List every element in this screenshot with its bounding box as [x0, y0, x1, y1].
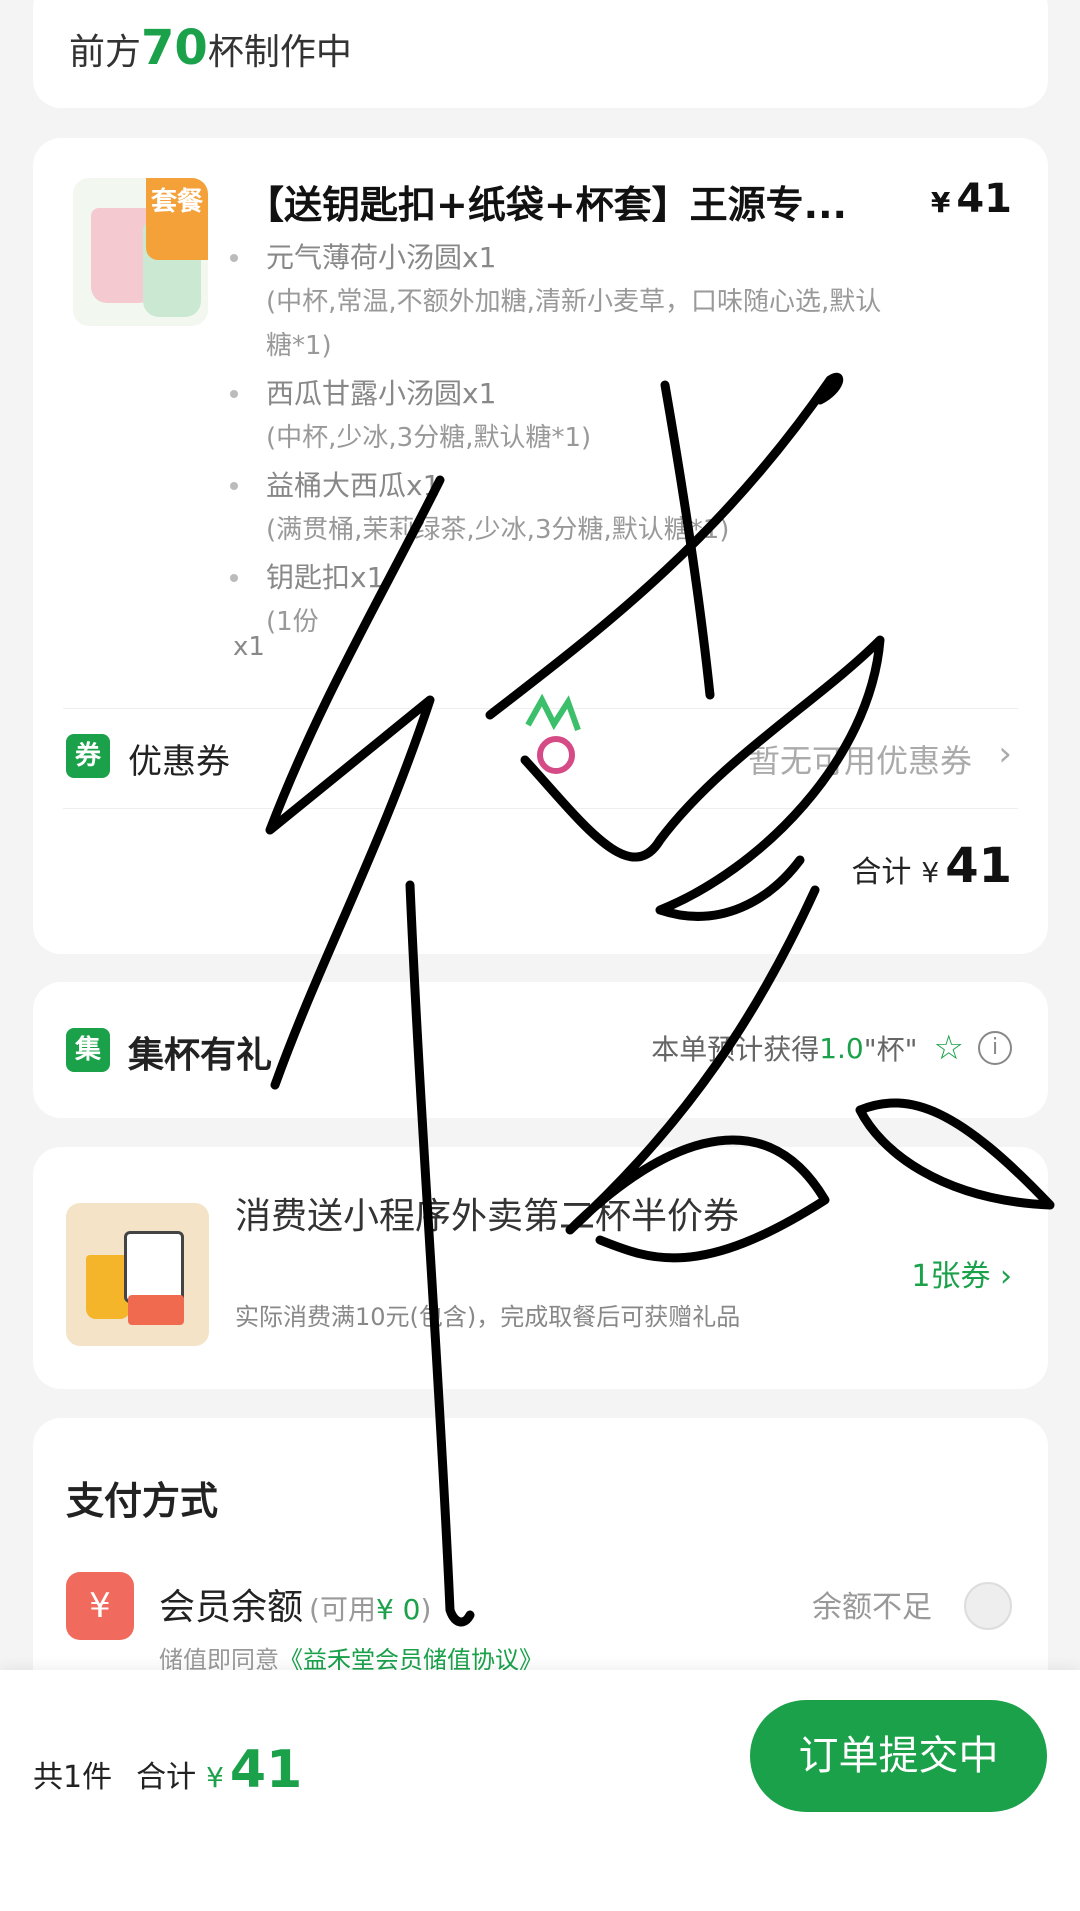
combo-item: 益桶大西瓜x1 (满贯桶,茉莉绿茶,少冰,3分糖,默认糖*1): [230, 464, 906, 552]
item-spec: (中杯,少冰,3分糖,默认糖*1): [266, 423, 592, 453]
product-title[interactable]: 【送钥匙扣+纸袋+杯套】王源专...: [246, 174, 896, 229]
coupon-value: 暂无可用优惠券: [747, 742, 972, 780]
wallet-icon: ¥: [66, 1572, 134, 1640]
available-balance: (可用¥ 0): [309, 1593, 431, 1626]
promo-image: [66, 1203, 209, 1346]
collect-icon: 集: [66, 1028, 110, 1072]
queue-count: 70: [141, 20, 208, 76]
estimate-suffix: "杯": [863, 1033, 918, 1066]
order-quantity: x1: [233, 632, 265, 662]
coupon-row[interactable]: 券 优惠券 暂无可用优惠券 ›: [66, 722, 1012, 792]
item-name: 益桶大西瓜x1: [266, 469, 441, 502]
chevron-right-icon: ›: [998, 734, 1012, 774]
promo-desc: 实际消费满10元(包含)，完成取餐后可获赠礼品: [235, 1303, 741, 1331]
checkout-bar: 共1件 合计 ¥ 41 订单提交中: [0, 1670, 1080, 1911]
item-name: 西瓜甘露小汤圆x1: [266, 377, 497, 410]
queue-prefix: 前方: [69, 32, 142, 73]
bullet-icon: [230, 254, 238, 262]
divider: [63, 708, 1018, 709]
payment-radio[interactable]: [964, 1582, 1012, 1630]
total-amount: 41: [945, 838, 1012, 894]
queue-suffix: 杯制作中: [207, 32, 352, 73]
estimate-value: 1.0: [819, 1031, 864, 1065]
order-total: 合计 ¥41: [851, 838, 1012, 894]
combo-item: 钥匙扣x1 (1份: [230, 556, 906, 644]
queue-status: 前方70杯制作中: [69, 20, 352, 76]
avail-value: ¥ 0: [375, 1593, 421, 1626]
info-icon[interactable]: i: [978, 1031, 1012, 1065]
balance-status: 余额不足: [812, 1590, 932, 1625]
footer-summary: 共1件 合计 ¥ 41: [33, 1740, 302, 1800]
bullet-icon: [230, 390, 238, 398]
price-value: 41: [956, 176, 1012, 222]
footer-total-amount: 41: [229, 1740, 303, 1800]
coupon-label: 优惠券: [128, 742, 230, 782]
bullet-icon: [230, 482, 238, 490]
item-count: 共1件: [33, 1760, 113, 1795]
clipboard-icon: [124, 1231, 184, 1303]
item-spec: (满贯桶,茉莉绿茶,少冰,3分糖,默认糖*1): [266, 515, 730, 545]
promo-link-label: 1张券: [911, 1259, 991, 1294]
footer-currency: ¥: [206, 1761, 224, 1794]
promo-title: 消费送小程序外卖第二杯半价券: [235, 1196, 740, 1237]
payment-method[interactable]: 会员余额 (可用¥ 0): [159, 1578, 431, 1630]
total-symbol: ¥: [921, 856, 940, 889]
item-name: 钥匙扣x1: [266, 561, 385, 594]
collect-cups-card[interactable]: 集 集杯有礼 本单预计获得 1.0 "杯" ☆ i: [33, 982, 1048, 1118]
estimate-prefix: 本单预计获得: [651, 1033, 820, 1066]
divider: [63, 808, 1018, 809]
total-label: 合计: [851, 855, 912, 890]
combo-item: 西瓜甘露小汤圆x1 (中杯,少冰,3分糖,默认糖*1): [230, 372, 906, 460]
combo-tag: 套餐: [146, 178, 208, 260]
ticket-icon: [128, 1295, 184, 1325]
queue-card: 前方70杯制作中: [33, 0, 1048, 108]
star-icon: ☆: [933, 1028, 964, 1068]
avail-suffix: ): [420, 1593, 432, 1626]
collect-estimate: 本单预计获得 1.0 "杯" ☆ i: [651, 1028, 1012, 1068]
promo-card[interactable]: 消费送小程序外卖第二杯半价券 实际消费满10元(包含)，完成取餐后可获赠礼品 1…: [33, 1147, 1048, 1389]
avail-prefix: (可用: [309, 1593, 376, 1626]
promo-coupon-link[interactable]: 1张券 ›: [911, 1251, 1012, 1295]
price-symbol: ¥: [930, 186, 951, 219]
footer-total-label: 合计: [136, 1760, 197, 1795]
coupon-icon: 券: [66, 734, 110, 778]
order-card: 套餐 【送钥匙扣+纸袋+杯套】王源专... ¥41 元气薄荷小汤圆x1 (中杯,…: [33, 138, 1048, 954]
combo-items: 元气薄荷小汤圆x1 (中杯,常温,不额外加糖,清新小麦草，口味随心选,默认糖*1…: [230, 236, 906, 648]
item-spec: (中杯,常温,不额外加糖,清新小麦草，口味随心选,默认糖*1): [266, 287, 882, 361]
chevron-right-icon: ›: [1000, 1259, 1012, 1294]
submit-order-button[interactable]: 订单提交中: [750, 1700, 1047, 1812]
payment-method-name: 会员余额: [159, 1587, 304, 1628]
payment-title: 支付方式: [66, 1479, 219, 1523]
combo-item: 元气薄荷小汤圆x1 (中杯,常温,不额外加糖,清新小麦草，口味随心选,默认糖*1…: [230, 236, 906, 368]
product-price: ¥41: [931, 176, 1012, 222]
item-spec: (1份: [266, 607, 319, 637]
bullet-icon: [230, 574, 238, 582]
product-image: 套餐: [73, 178, 208, 326]
item-name: 元气薄荷小汤圆x1: [266, 241, 497, 274]
collect-label: 集杯有礼: [128, 1035, 273, 1076]
